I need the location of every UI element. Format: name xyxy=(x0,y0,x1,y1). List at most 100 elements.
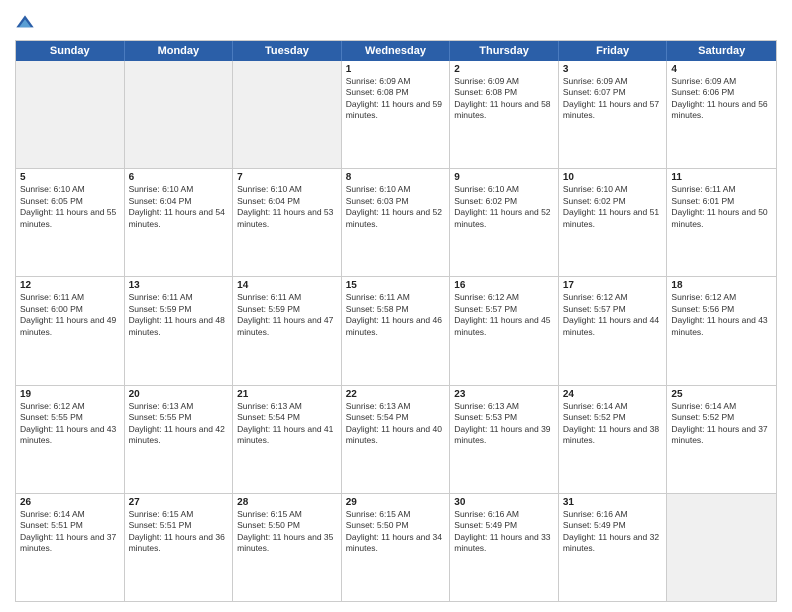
calendar-cell: 7Sunrise: 6:10 AMSunset: 6:04 PMDaylight… xyxy=(233,169,342,276)
day-info: Sunrise: 6:11 AMSunset: 5:59 PMDaylight:… xyxy=(237,292,337,338)
day-info: Sunrise: 6:09 AMSunset: 6:06 PMDaylight:… xyxy=(671,76,772,122)
header-day-wednesday: Wednesday xyxy=(342,41,451,61)
day-number: 10 xyxy=(563,172,663,183)
day-number: 1 xyxy=(346,64,446,75)
day-info: Sunrise: 6:11 AMSunset: 6:00 PMDaylight:… xyxy=(20,292,120,338)
day-number: 13 xyxy=(129,280,229,291)
day-number: 24 xyxy=(563,389,663,400)
calendar-cell: 14Sunrise: 6:11 AMSunset: 5:59 PMDayligh… xyxy=(233,277,342,384)
calendar-row-2: 12Sunrise: 6:11 AMSunset: 6:00 PMDayligh… xyxy=(16,277,776,385)
day-number: 5 xyxy=(20,172,120,183)
header-day-thursday: Thursday xyxy=(450,41,559,61)
day-info: Sunrise: 6:11 AMSunset: 5:58 PMDaylight:… xyxy=(346,292,446,338)
calendar-cell: 3Sunrise: 6:09 AMSunset: 6:07 PMDaylight… xyxy=(559,61,668,168)
day-info: Sunrise: 6:13 AMSunset: 5:55 PMDaylight:… xyxy=(129,401,229,447)
calendar-cell: 21Sunrise: 6:13 AMSunset: 5:54 PMDayligh… xyxy=(233,386,342,493)
calendar-cell: 24Sunrise: 6:14 AMSunset: 5:52 PMDayligh… xyxy=(559,386,668,493)
day-number: 27 xyxy=(129,497,229,508)
calendar-cell: 31Sunrise: 6:16 AMSunset: 5:49 PMDayligh… xyxy=(559,494,668,601)
day-number: 16 xyxy=(454,280,554,291)
calendar-cell: 8Sunrise: 6:10 AMSunset: 6:03 PMDaylight… xyxy=(342,169,451,276)
day-info: Sunrise: 6:11 AMSunset: 6:01 PMDaylight:… xyxy=(671,184,772,230)
day-info: Sunrise: 6:12 AMSunset: 5:57 PMDaylight:… xyxy=(454,292,554,338)
calendar-cell: 10Sunrise: 6:10 AMSunset: 6:02 PMDayligh… xyxy=(559,169,668,276)
header-day-saturday: Saturday xyxy=(667,41,776,61)
day-info: Sunrise: 6:10 AMSunset: 6:05 PMDaylight:… xyxy=(20,184,120,230)
day-info: Sunrise: 6:10 AMSunset: 6:03 PMDaylight:… xyxy=(346,184,446,230)
page: SundayMondayTuesdayWednesdayThursdayFrid… xyxy=(0,0,792,612)
day-info: Sunrise: 6:11 AMSunset: 5:59 PMDaylight:… xyxy=(129,292,229,338)
calendar-cell: 9Sunrise: 6:10 AMSunset: 6:02 PMDaylight… xyxy=(450,169,559,276)
day-number: 4 xyxy=(671,64,772,75)
calendar-cell: 2Sunrise: 6:09 AMSunset: 6:08 PMDaylight… xyxy=(450,61,559,168)
day-number: 14 xyxy=(237,280,337,291)
day-info: Sunrise: 6:13 AMSunset: 5:54 PMDaylight:… xyxy=(237,401,337,447)
day-info: Sunrise: 6:15 AMSunset: 5:50 PMDaylight:… xyxy=(346,509,446,555)
day-info: Sunrise: 6:09 AMSunset: 6:08 PMDaylight:… xyxy=(346,76,446,122)
calendar-cell: 5Sunrise: 6:10 AMSunset: 6:05 PMDaylight… xyxy=(16,169,125,276)
header-day-sunday: Sunday xyxy=(16,41,125,61)
calendar-cell: 26Sunrise: 6:14 AMSunset: 5:51 PMDayligh… xyxy=(16,494,125,601)
day-number: 8 xyxy=(346,172,446,183)
calendar-row-4: 26Sunrise: 6:14 AMSunset: 5:51 PMDayligh… xyxy=(16,494,776,601)
calendar-cell: 20Sunrise: 6:13 AMSunset: 5:55 PMDayligh… xyxy=(125,386,234,493)
day-number: 11 xyxy=(671,172,772,183)
logo xyxy=(15,14,37,34)
calendar-row-1: 5Sunrise: 6:10 AMSunset: 6:05 PMDaylight… xyxy=(16,169,776,277)
header xyxy=(15,10,777,34)
calendar-cell: 25Sunrise: 6:14 AMSunset: 5:52 PMDayligh… xyxy=(667,386,776,493)
day-info: Sunrise: 6:15 AMSunset: 5:51 PMDaylight:… xyxy=(129,509,229,555)
day-info: Sunrise: 6:13 AMSunset: 5:54 PMDaylight:… xyxy=(346,401,446,447)
day-number: 7 xyxy=(237,172,337,183)
calendar-cell: 12Sunrise: 6:11 AMSunset: 6:00 PMDayligh… xyxy=(16,277,125,384)
calendar-row-0: 1Sunrise: 6:09 AMSunset: 6:08 PMDaylight… xyxy=(16,61,776,169)
calendar-cell: 23Sunrise: 6:13 AMSunset: 5:53 PMDayligh… xyxy=(450,386,559,493)
calendar-row-3: 19Sunrise: 6:12 AMSunset: 5:55 PMDayligh… xyxy=(16,386,776,494)
day-number: 21 xyxy=(237,389,337,400)
day-info: Sunrise: 6:12 AMSunset: 5:55 PMDaylight:… xyxy=(20,401,120,447)
calendar-cell: 15Sunrise: 6:11 AMSunset: 5:58 PMDayligh… xyxy=(342,277,451,384)
day-info: Sunrise: 6:12 AMSunset: 5:57 PMDaylight:… xyxy=(563,292,663,338)
day-number: 12 xyxy=(20,280,120,291)
day-info: Sunrise: 6:13 AMSunset: 5:53 PMDaylight:… xyxy=(454,401,554,447)
day-info: Sunrise: 6:12 AMSunset: 5:56 PMDaylight:… xyxy=(671,292,772,338)
day-number: 3 xyxy=(563,64,663,75)
day-number: 19 xyxy=(20,389,120,400)
calendar-cell: 1Sunrise: 6:09 AMSunset: 6:08 PMDaylight… xyxy=(342,61,451,168)
header-day-monday: Monday xyxy=(125,41,234,61)
calendar-cell: 17Sunrise: 6:12 AMSunset: 5:57 PMDayligh… xyxy=(559,277,668,384)
calendar-cell xyxy=(16,61,125,168)
logo-icon xyxy=(15,14,35,34)
calendar-cell: 13Sunrise: 6:11 AMSunset: 5:59 PMDayligh… xyxy=(125,277,234,384)
header-day-friday: Friday xyxy=(559,41,668,61)
day-number: 29 xyxy=(346,497,446,508)
day-number: 22 xyxy=(346,389,446,400)
calendar-cell xyxy=(125,61,234,168)
calendar-cell: 4Sunrise: 6:09 AMSunset: 6:06 PMDaylight… xyxy=(667,61,776,168)
day-info: Sunrise: 6:15 AMSunset: 5:50 PMDaylight:… xyxy=(237,509,337,555)
calendar-cell: 22Sunrise: 6:13 AMSunset: 5:54 PMDayligh… xyxy=(342,386,451,493)
day-info: Sunrise: 6:14 AMSunset: 5:51 PMDaylight:… xyxy=(20,509,120,555)
day-info: Sunrise: 6:10 AMSunset: 6:02 PMDaylight:… xyxy=(454,184,554,230)
calendar-cell: 19Sunrise: 6:12 AMSunset: 5:55 PMDayligh… xyxy=(16,386,125,493)
day-info: Sunrise: 6:10 AMSunset: 6:04 PMDaylight:… xyxy=(129,184,229,230)
day-info: Sunrise: 6:09 AMSunset: 6:07 PMDaylight:… xyxy=(563,76,663,122)
calendar-cell xyxy=(667,494,776,601)
day-info: Sunrise: 6:16 AMSunset: 5:49 PMDaylight:… xyxy=(454,509,554,555)
calendar-cell: 11Sunrise: 6:11 AMSunset: 6:01 PMDayligh… xyxy=(667,169,776,276)
day-number: 25 xyxy=(671,389,772,400)
day-number: 17 xyxy=(563,280,663,291)
calendar-cell: 6Sunrise: 6:10 AMSunset: 6:04 PMDaylight… xyxy=(125,169,234,276)
day-info: Sunrise: 6:10 AMSunset: 6:04 PMDaylight:… xyxy=(237,184,337,230)
day-number: 31 xyxy=(563,497,663,508)
calendar-cell: 27Sunrise: 6:15 AMSunset: 5:51 PMDayligh… xyxy=(125,494,234,601)
day-info: Sunrise: 6:16 AMSunset: 5:49 PMDaylight:… xyxy=(563,509,663,555)
day-number: 18 xyxy=(671,280,772,291)
day-number: 30 xyxy=(454,497,554,508)
calendar-header: SundayMondayTuesdayWednesdayThursdayFrid… xyxy=(16,41,776,61)
calendar-cell: 16Sunrise: 6:12 AMSunset: 5:57 PMDayligh… xyxy=(450,277,559,384)
calendar-body: 1Sunrise: 6:09 AMSunset: 6:08 PMDaylight… xyxy=(16,61,776,601)
calendar-cell: 30Sunrise: 6:16 AMSunset: 5:49 PMDayligh… xyxy=(450,494,559,601)
calendar-cell: 28Sunrise: 6:15 AMSunset: 5:50 PMDayligh… xyxy=(233,494,342,601)
day-number: 26 xyxy=(20,497,120,508)
